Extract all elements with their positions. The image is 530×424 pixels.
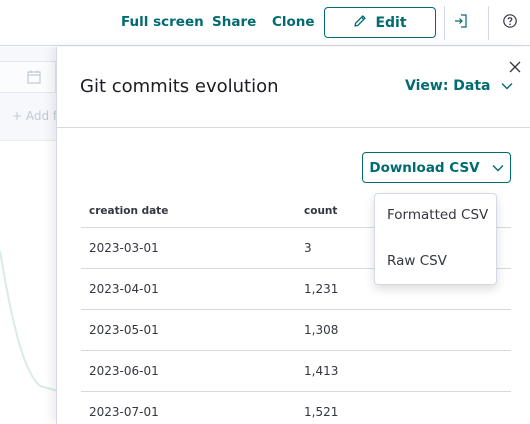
- full-screen-button[interactable]: Full screen: [121, 14, 204, 30]
- table-row: 2023-07-01 1,521: [81, 392, 511, 424]
- table-row: 2023-05-01 1,308: [81, 310, 511, 351]
- background-chart-panel: [0, 140, 59, 424]
- cell-creation-date: 2023-06-01: [89, 364, 159, 378]
- flyout-header-divider: [57, 127, 530, 128]
- flyout-title: Git commits evolution: [80, 76, 279, 97]
- cell-count: 1,413: [304, 364, 339, 378]
- pencil-icon: [353, 14, 367, 32]
- toolbar-divider: [488, 6, 489, 40]
- chevron-down-icon: [492, 160, 504, 176]
- formatted-csv-option[interactable]: Formatted CSV: [387, 207, 488, 223]
- chevron-down-icon: [501, 78, 513, 94]
- top-toolbar: Full screen Share Clone Edit: [0, 0, 530, 46]
- background-chart-line: [0, 250, 59, 392]
- download-csv-label: Download CSV: [369, 159, 480, 176]
- edit-button[interactable]: Edit: [324, 7, 436, 38]
- calendar-icon: [26, 69, 42, 89]
- download-csv-menu: Formatted CSV Raw CSV: [374, 193, 497, 285]
- table-row: 2023-06-01 1,413: [81, 351, 511, 392]
- column-header-count[interactable]: count: [304, 197, 337, 226]
- exit-edit-icon[interactable]: [451, 11, 471, 31]
- cell-count: 1,521: [304, 405, 339, 419]
- download-csv-button[interactable]: Download CSV: [362, 152, 511, 183]
- cell-creation-date: 2023-07-01: [89, 405, 159, 419]
- cell-creation-date: 2023-03-01: [89, 241, 159, 255]
- close-icon[interactable]: [507, 59, 523, 75]
- view-selector-label: View: Data: [405, 78, 491, 94]
- date-picker-button: [0, 61, 56, 93]
- cell-creation-date: 2023-05-01: [89, 323, 159, 337]
- cell-count: 1,231: [304, 282, 339, 296]
- raw-csv-option[interactable]: Raw CSV: [387, 253, 447, 269]
- add-filter-link: + Add fi: [12, 109, 61, 123]
- help-icon[interactable]: [500, 11, 520, 31]
- share-button[interactable]: Share: [212, 14, 256, 30]
- cell-count: 3: [304, 241, 312, 255]
- cell-count: 1,308: [304, 323, 339, 337]
- cell-creation-date: 2023-04-01: [89, 282, 159, 296]
- view-selector-button[interactable]: View: Data: [405, 78, 513, 94]
- edit-label: Edit: [375, 14, 407, 31]
- column-header-creation-date[interactable]: creation date: [89, 197, 168, 226]
- clone-button[interactable]: Clone: [272, 14, 315, 30]
- toolbar-divider: [444, 6, 445, 40]
